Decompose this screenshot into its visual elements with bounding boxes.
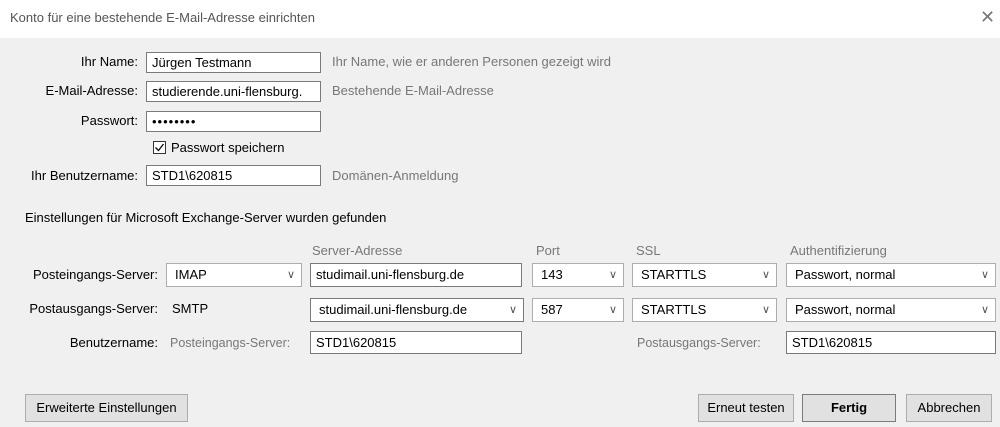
close-icon[interactable]: ✕ (980, 7, 995, 27)
advanced-settings-button[interactable]: Erweiterte Einstellungen (25, 394, 188, 422)
email-label: E-Mail-Adresse: (45, 83, 138, 98)
password-field[interactable]: •••••••• (146, 111, 321, 132)
username-label: Ihr Benutzername: (31, 168, 138, 183)
found-message: Einstellungen für Microsoft Exchange-Ser… (25, 210, 387, 225)
outgoing-auth-select[interactable]: Passwort, normal ∨ (786, 298, 996, 322)
outgoing-port-value: 587 (541, 302, 563, 317)
column-port: Port (536, 243, 560, 258)
outgoing-server-select[interactable]: studimail.uni-flensburg.de ∨ (310, 298, 524, 322)
incoming-port-value: 143 (541, 267, 563, 282)
username-field[interactable]: STD1\620815 (146, 165, 321, 186)
chevron-down-icon: ∨ (980, 304, 989, 316)
name-hint: Ihr Name, wie er anderen Personen gezeig… (332, 54, 611, 69)
outgoing-port-select[interactable]: 587 ∨ (532, 298, 624, 322)
username-hint: Domänen-Anmeldung (332, 168, 459, 183)
chevron-down-icon: ∨ (286, 269, 295, 281)
window-title: Konto für eine bestehende E-Mail-Adresse… (10, 10, 315, 25)
email-hint: Bestehende E-Mail-Adresse (332, 83, 494, 98)
chevron-down-icon: ∨ (761, 304, 770, 316)
outgoing-username-field[interactable]: STD1\620815 (786, 331, 996, 354)
email-field[interactable]: studierende.uni-flensburg. (146, 81, 321, 102)
outgoing-server-value: studimail.uni-flensburg.de (319, 302, 468, 317)
chevron-down-icon: ∨ (608, 269, 617, 281)
chevron-down-icon: ∨ (608, 304, 617, 316)
incoming-auth-value: Passwort, normal (795, 267, 896, 282)
save-password-label[interactable]: Passwort speichern (171, 138, 284, 158)
chevron-down-icon: ∨ (508, 304, 517, 316)
column-ssl: SSL (636, 243, 661, 258)
incoming-auth-select[interactable]: Passwort, normal ∨ (786, 263, 996, 287)
name-label: Ihr Name: (40, 52, 138, 72)
outgoing-protocol: SMTP (172, 301, 209, 316)
save-password-checkbox[interactable] (153, 141, 166, 154)
incoming-protocol-select[interactable]: IMAP ∨ (166, 263, 302, 287)
outgoing-username-label: Postausgangs-Server: (637, 336, 761, 350)
incoming-username-field[interactable]: STD1\620815 (310, 331, 522, 354)
incoming-server-label: Posteingangs-Server: (32, 267, 158, 282)
incoming-username-label: Posteingangs-Server: (170, 336, 291, 350)
checkmark-icon (155, 143, 165, 152)
retest-button[interactable]: Erneut testen (698, 394, 794, 422)
name-field[interactable]: Jürgen Testmann (146, 52, 321, 73)
server-username-label: Benutzername: (69, 335, 158, 350)
outgoing-server-label: Postausgangs-Server: (29, 301, 158, 316)
cancel-button[interactable]: Abbrechen (906, 394, 992, 422)
column-authentication: Authentifizierung (790, 243, 887, 258)
incoming-ssl-value: STARTTLS (641, 267, 707, 282)
column-server-address: Server-Adresse (312, 243, 403, 258)
outgoing-auth-value: Passwort, normal (795, 302, 896, 317)
name-label-text: Ihr Name: (80, 54, 138, 69)
outgoing-ssl-value: STARTTLS (641, 302, 707, 317)
incoming-protocol-value: IMAP (175, 267, 207, 282)
done-button[interactable]: Fertig (802, 394, 896, 422)
incoming-ssl-select[interactable]: STARTTLS ∨ (632, 263, 777, 287)
chevron-down-icon: ∨ (980, 269, 989, 281)
outgoing-ssl-select[interactable]: STARTTLS ∨ (632, 298, 777, 322)
incoming-port-select[interactable]: 143 ∨ (532, 263, 624, 287)
incoming-server-field[interactable]: studimail.uni-flensburg.de (310, 263, 522, 287)
password-label: Passwort: (80, 113, 138, 128)
chevron-down-icon: ∨ (761, 269, 770, 281)
